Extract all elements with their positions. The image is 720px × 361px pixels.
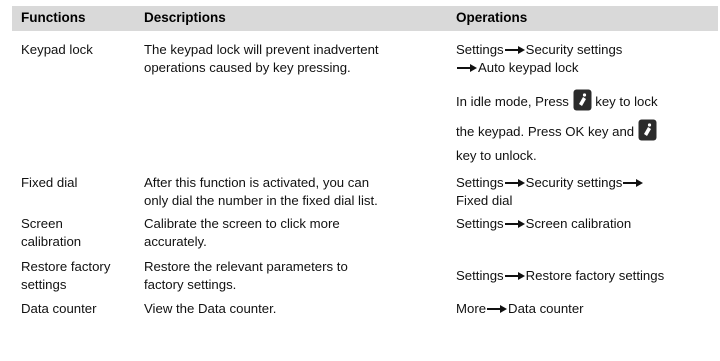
row-data-counter-desc: View the Data counter.: [144, 301, 277, 316]
op-settings: Settings: [456, 175, 504, 190]
op-security-settings: Security settings: [525, 42, 623, 57]
right-arrow-icon: [456, 63, 478, 73]
op-settings: Settings: [456, 268, 504, 283]
op-security-settings: Security settings: [525, 175, 623, 190]
right-arrow-icon: [504, 271, 526, 281]
right-arrow-icon: [622, 178, 644, 188]
end-key-icon: [638, 119, 657, 141]
right-arrow-icon: [486, 304, 508, 314]
header-functions: Functions: [21, 10, 86, 25]
row-keypad-lock-desc-line2: operations caused by key pressing.: [144, 60, 351, 75]
unlock-prefix-text: the keypad. Press OK key and: [456, 124, 635, 139]
row-fixed-dial-desc-line1: After this function is activated, you ca…: [144, 175, 370, 190]
row-restore-factory-function-line2: settings: [21, 277, 67, 292]
row-screen-calibration-op: Settings Screen calibration: [456, 215, 631, 232]
row-keypad-lock-unlock-line: the keypad. Press OK key and: [456, 119, 657, 141]
row-restore-factory-op: Settings Restore factory settings: [456, 267, 664, 284]
row-keypad-lock-unlock-suffix: key to unlock.: [456, 148, 537, 163]
end-key-icon: [573, 89, 592, 111]
row-fixed-dial-op-path1: Settings Security settings: [456, 174, 644, 191]
idle-suffix-text: key to lock: [595, 94, 658, 109]
row-screen-calibration-function-line1: Screen: [21, 216, 63, 231]
right-arrow-icon: [504, 219, 526, 229]
op-data-counter: Data counter: [508, 301, 584, 316]
row-fixed-dial-function: Fixed dial: [21, 175, 78, 190]
row-restore-factory-desc-line2: factory settings.: [144, 277, 237, 292]
row-data-counter-op: More Data counter: [456, 300, 584, 317]
op-more: More: [456, 301, 487, 316]
op-restore-factory-settings: Restore factory settings: [525, 268, 665, 283]
row-screen-calibration-desc-line2: accurately.: [144, 234, 207, 249]
row-screen-calibration-function-line2: calibration: [21, 234, 82, 249]
header-operations: Operations: [456, 10, 528, 25]
header-descriptions: Descriptions: [144, 10, 226, 25]
row-screen-calibration-desc-line1: Calibrate the screen to click more: [144, 216, 340, 231]
op-settings: Settings: [456, 42, 504, 57]
op-auto-keypad-lock: Auto keypad lock: [478, 60, 579, 75]
op-settings: Settings: [456, 216, 504, 231]
table-header: [12, 6, 718, 31]
idle-prefix-text: In idle mode, Press: [456, 94, 569, 109]
row-restore-factory-desc-line1: Restore the relevant parameters to: [144, 259, 348, 274]
row-keypad-lock-desc-line1: The keypad lock will prevent inadvertent: [144, 42, 379, 57]
row-keypad-lock-op-path2: Auto keypad lock: [456, 59, 578, 76]
row-keypad-lock-op-path1: Settings Security settings: [456, 41, 622, 58]
row-keypad-lock-idle-line: In idle mode, Press key to lock: [456, 89, 658, 111]
row-fixed-dial-op-path2: Fixed dial: [456, 193, 513, 208]
row-restore-factory-function-line1: Restore factory: [21, 259, 111, 274]
row-data-counter-function: Data counter: [21, 301, 97, 316]
row-keypad-lock-function: Keypad lock: [21, 42, 93, 57]
row-fixed-dial-desc-line2: only dial the number in the fixed dial l…: [144, 193, 378, 208]
op-screen-calibration: Screen calibration: [525, 216, 632, 231]
right-arrow-icon: [504, 178, 526, 188]
right-arrow-icon: [504, 45, 526, 55]
